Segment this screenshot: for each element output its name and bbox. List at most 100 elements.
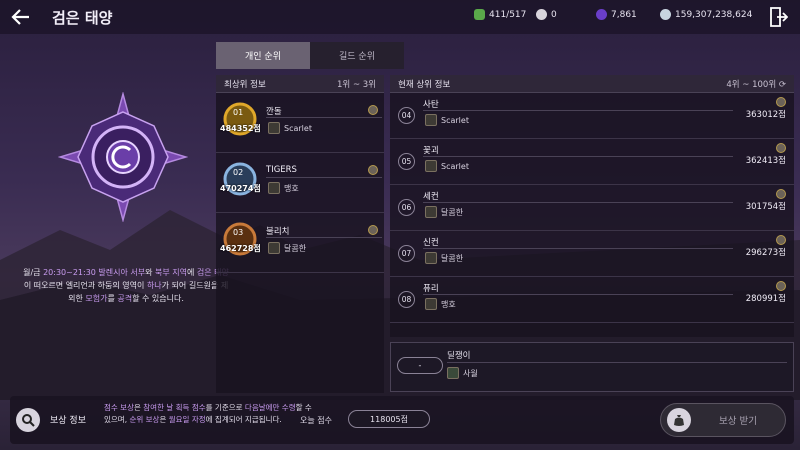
rank-number: 08	[398, 291, 415, 308]
guild-emblem-icon	[425, 252, 437, 264]
claim-reward-button[interactable]: 보상 받기	[660, 403, 786, 437]
player-score: 301754점	[745, 202, 786, 212]
top-rank-row-3[interactable]: 03 462728점 불리치 달콤한	[216, 213, 384, 273]
top-score: 470274점	[220, 184, 261, 193]
pearl-value: 0	[551, 9, 557, 20]
player-guild: Scarlet	[425, 114, 469, 126]
player-name: 세컨	[423, 192, 439, 202]
ranking-tabs: 개인 순위 길드 순위	[216, 42, 404, 69]
silver-resource: 159,307,238,624	[660, 9, 752, 20]
my-rank-row: - 딜쟁이 사월	[390, 342, 794, 392]
divider	[423, 156, 733, 157]
divider	[423, 294, 733, 295]
top-score: 484352점	[220, 124, 261, 133]
svg-text:02: 02	[233, 168, 243, 177]
back-arrow-icon[interactable]	[10, 6, 32, 28]
claim-reward-label: 보상 받기	[719, 416, 757, 427]
top-ranks-range: 1위 ~ 3위	[337, 79, 376, 90]
rank-row[interactable]: 06 세컨 달콤한 301754점	[390, 185, 794, 231]
current-ranks-title: 현재 상위 정보	[398, 79, 451, 90]
reward-info-label: 보상 정보	[50, 416, 86, 426]
player-score: 296273점	[745, 248, 786, 258]
guild-emblem-icon	[268, 182, 280, 194]
rank-number: 04	[398, 107, 415, 124]
today-score-label: 오늘 점수	[300, 416, 332, 425]
divider	[423, 202, 733, 203]
energy-value: 411/517	[489, 9, 527, 20]
rank-row[interactable]: 07 신컨 달콤한 296273점	[390, 231, 794, 277]
guild-mark-icon	[776, 235, 786, 245]
svg-text:03: 03	[233, 228, 243, 237]
guild-mark-icon	[776, 97, 786, 107]
energy-resource: 411/517	[474, 9, 526, 20]
guild-emblem-icon	[425, 206, 437, 218]
guild-emblem-icon	[268, 242, 280, 254]
guild-emblem-icon	[425, 160, 437, 172]
top-guild: Scarlet	[268, 122, 312, 134]
rank-row[interactable]: 08 퓨리 맹호 280991점	[390, 277, 794, 323]
guild-emblem-icon	[425, 114, 437, 126]
player-score: 362413점	[745, 156, 786, 166]
guild-mark-icon	[776, 143, 786, 153]
crystal-icon	[596, 9, 607, 20]
current-ranks-range: 4위 ~ 100위	[726, 79, 777, 90]
player-guild: Scarlet	[425, 160, 469, 172]
guild-emblem-icon	[425, 298, 437, 310]
player-name: 꽃괴	[423, 146, 439, 156]
today-score-value: 118005점	[348, 410, 430, 428]
top-ranks-header: 최상위 정보 1위 ~ 3위	[216, 75, 384, 93]
guild-emblem-icon	[268, 122, 280, 134]
reward-description: 점수 보상은 참여한 날 획득 점수를 기준으로 다음날에만 수령할 수 있으며…	[104, 403, 312, 424]
player-score: 363012점	[745, 110, 786, 120]
black-sun-emblem-icon	[58, 92, 188, 222]
tab-personal-ranking[interactable]: 개인 순위	[216, 42, 310, 69]
energy-icon	[474, 9, 485, 20]
divider	[266, 177, 382, 178]
top-ranks-title: 최상위 정보	[224, 79, 266, 90]
tab-guild-ranking[interactable]: 길드 순위	[310, 42, 404, 69]
current-ranks-panel[interactable]: 현재 상위 정보 4위 ~ 100위 ⟳ 04 사탄 Scarlet 36301…	[390, 75, 794, 337]
top-score: 462728점	[220, 244, 261, 253]
divider	[447, 362, 787, 363]
player-guild: 맹호	[425, 298, 456, 310]
guild-mark-icon	[776, 281, 786, 291]
top-rank-row-1[interactable]: 01 484352점 깐돌 Scarlet	[216, 93, 384, 153]
my-rank-number: -	[397, 357, 443, 374]
reward-bar: 보상 정보 점수 보상은 참여한 날 획득 점수를 기준으로 다음날에만 수령할…	[10, 396, 794, 444]
my-guild: 사월	[447, 367, 478, 379]
rank-row[interactable]: 05 꽃괴 Scarlet 362413점	[390, 139, 794, 185]
player-guild: 달콤한	[425, 206, 463, 218]
reward-info-button[interactable]	[16, 408, 40, 432]
current-ranks-header: 현재 상위 정보 4위 ~ 100위 ⟳	[390, 75, 794, 93]
rank-number: 05	[398, 153, 415, 170]
silver-icon	[660, 9, 671, 20]
event-description: 월/금 20:30~21:30 발렌시아 서부와 북부 지역에 검은 태양이 떠…	[23, 268, 229, 303]
top-player-name: TIGERS	[266, 165, 297, 175]
guild-mark-icon	[368, 105, 378, 115]
rank-number: 07	[398, 245, 415, 262]
player-guild: 달콤한	[425, 252, 463, 264]
pearl-icon	[536, 9, 547, 20]
divider	[266, 117, 382, 118]
exit-icon[interactable]	[768, 6, 788, 28]
rank-number: 06	[398, 199, 415, 216]
refresh-icon[interactable]: ⟳	[779, 80, 786, 90]
svg-text:01: 01	[233, 108, 243, 117]
crystal-value: 7,861	[611, 9, 637, 20]
page-title: 검은 태양	[52, 9, 113, 27]
player-name: 신컨	[423, 238, 439, 248]
top-player-name: 불리치	[266, 227, 290, 237]
top-rank-row-2[interactable]: 02 470274점 TIGERS 맹호	[216, 153, 384, 213]
top-ranks-panel: 최상위 정보 1위 ~ 3위 01 484352점 깐돌 Scarlet 02 …	[216, 75, 384, 393]
magnify-icon	[22, 414, 35, 427]
reward-bag-icon	[667, 408, 691, 432]
top-guild: 맹호	[268, 182, 299, 194]
player-score: 280991점	[745, 294, 786, 304]
rank-row[interactable]: 04 사탄 Scarlet 363012점	[390, 93, 794, 139]
my-name: 딜쟁이	[447, 351, 471, 361]
crystal-resource: 7,861	[596, 9, 637, 20]
divider	[423, 110, 733, 111]
player-name: 사탄	[423, 100, 439, 110]
guild-mark-icon	[368, 225, 378, 235]
divider	[266, 237, 382, 238]
